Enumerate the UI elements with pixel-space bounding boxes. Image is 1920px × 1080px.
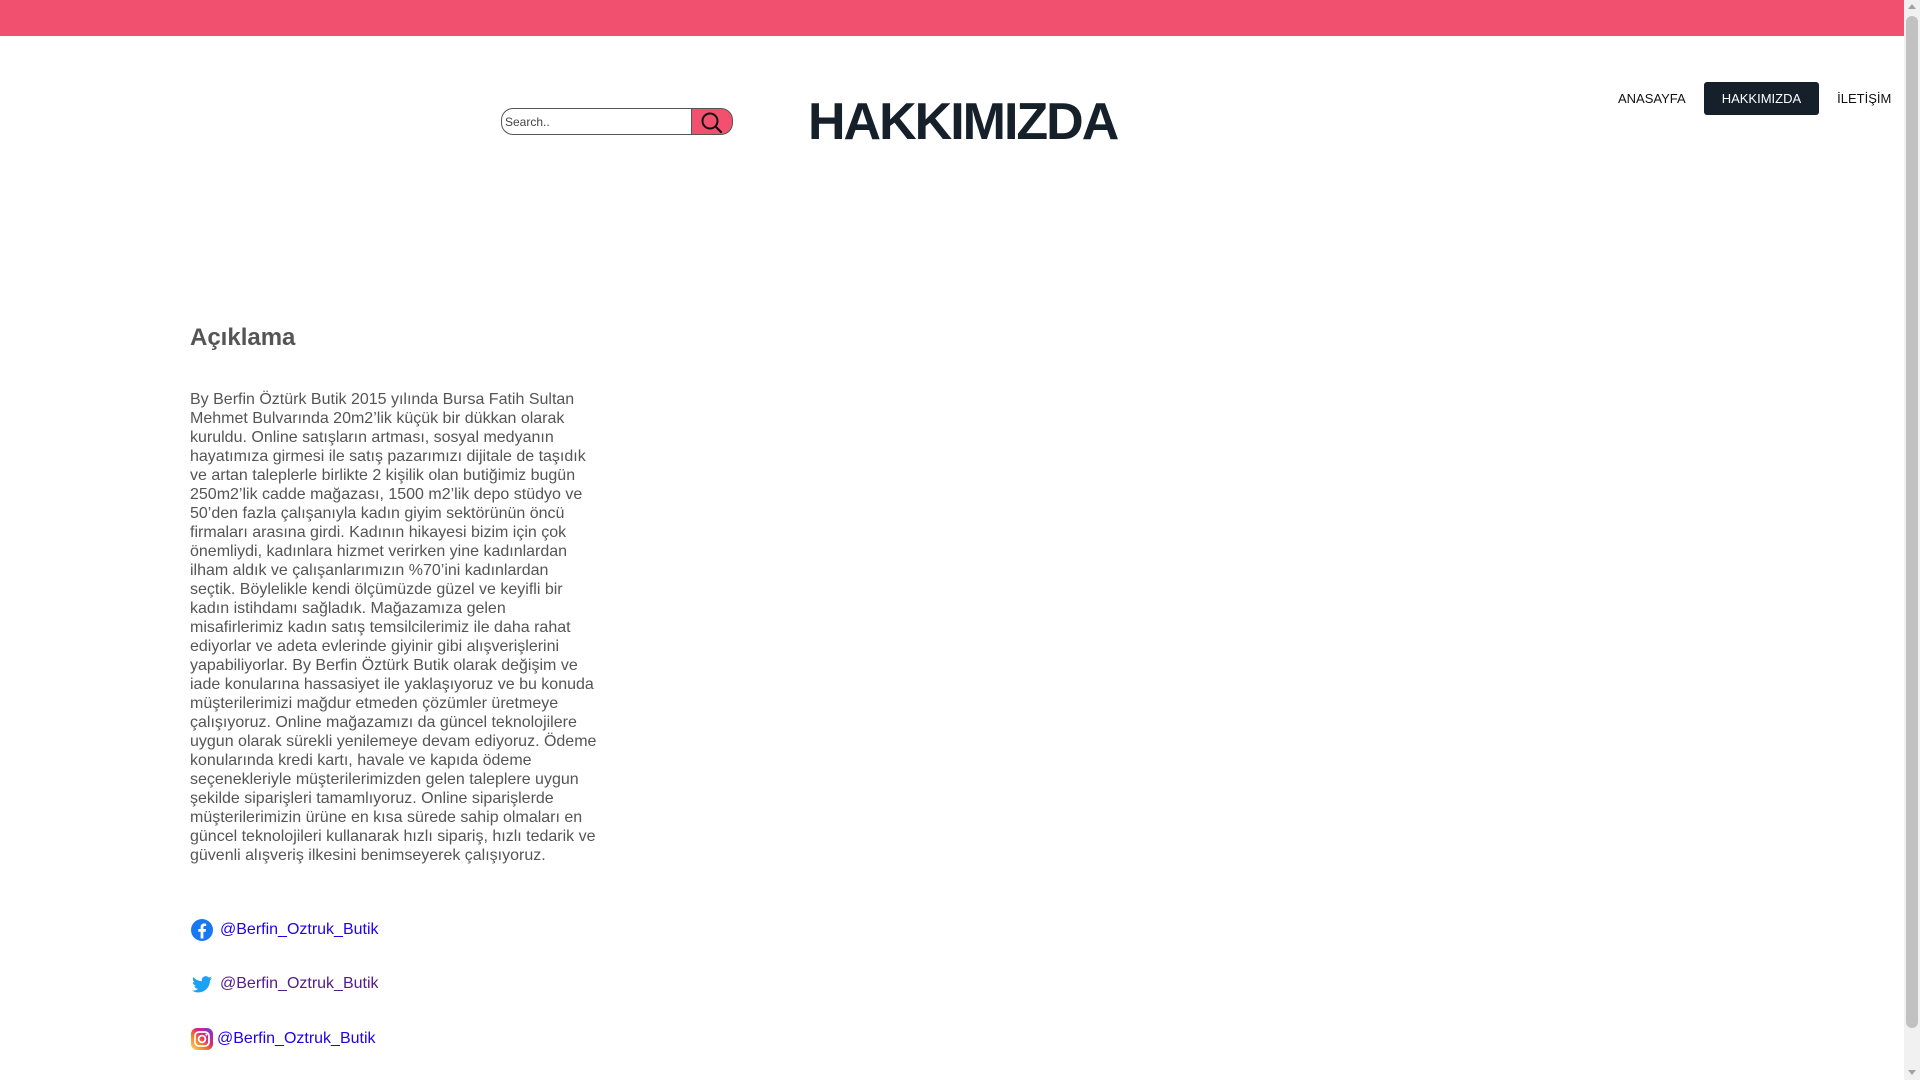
scroll-up-arrow-icon[interactable]	[1908, 4, 1916, 9]
social-instagram: @Berfin_Oztruk_Butik	[190, 1027, 376, 1051]
facebook-icon	[190, 918, 214, 942]
page-title: HAKKIMIZDA	[808, 93, 1119, 151]
scrollbar-thumb[interactable]	[1906, 16, 1918, 1028]
social-twitter: @Berfin_Oztruk_Butik	[190, 972, 379, 996]
nav-item-iletisim[interactable]: İLETİŞİM	[1819, 82, 1909, 115]
facebook-link[interactable]: @Berfin_Oztruk_Butik	[220, 920, 379, 940]
search-input[interactable]	[501, 108, 691, 135]
search-icon	[701, 112, 723, 134]
page: HAKKIMIZDA ANASAYFA HAKKIMIZDA İLETİŞİM …	[0, 0, 1920, 1080]
vertical-scrollbar[interactable]	[1904, 0, 1920, 1080]
nav-item-hakkimizda[interactable]: HAKKIMIZDA	[1703, 82, 1820, 115]
twitter-link[interactable]: @Berfin_Oztruk_Butik	[220, 974, 379, 994]
about-description: By Berfin Öztürk Butik 2015 yılında Burs…	[190, 391, 597, 864]
twitter-icon	[190, 972, 214, 996]
social-facebook: @Berfin_Oztruk_Butik	[190, 918, 379, 942]
section-heading: Açıklama	[190, 324, 296, 351]
search-form	[501, 108, 733, 135]
nav-item-anasayfa[interactable]: ANASAYFA	[1600, 82, 1704, 115]
scroll-down-arrow-icon[interactable]	[1908, 1070, 1916, 1075]
instagram-icon	[190, 1027, 214, 1051]
main-nav: ANASAYFA HAKKIMIZDA İLETİŞİM	[1600, 82, 1909, 115]
top-accent-bar	[0, 0, 1904, 36]
search-button[interactable]	[691, 108, 733, 135]
instagram-link[interactable]: @Berfin_Oztruk_Butik	[217, 1029, 376, 1049]
